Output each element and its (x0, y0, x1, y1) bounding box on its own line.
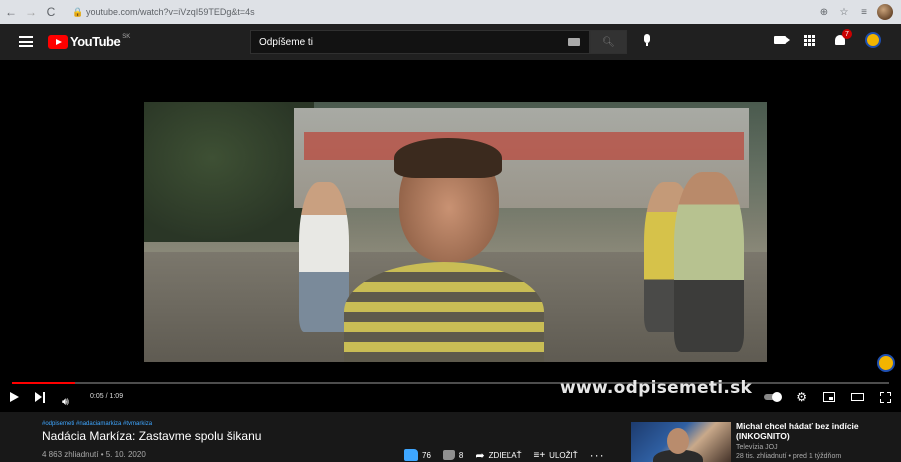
recommended-video-title[interactable]: Michal chcel hádať bez indície (INKOGNIT… (736, 421, 896, 441)
microphone-icon[interactable] (642, 34, 652, 48)
progress-bar[interactable] (12, 382, 889, 384)
browser-profile-avatar[interactable] (877, 4, 893, 20)
thumbs-down-icon (442, 450, 455, 460)
thumbs-up-icon (404, 449, 418, 461)
autoplay-toggle[interactable] (764, 392, 783, 402)
search-icon: 🔍︎ (602, 36, 615, 48)
playlist-add-icon: ≡+ (533, 449, 546, 461)
video-frame[interactable] (144, 102, 767, 362)
fullscreen-icon[interactable] (880, 391, 891, 403)
youtube-header: YouTube SK 🔍︎ 7 (0, 24, 901, 60)
create-video-icon[interactable] (774, 36, 790, 44)
search-bar: 🔍︎ (250, 30, 627, 54)
notifications-bell-icon[interactable]: 7 (833, 29, 852, 47)
video-subject (344, 138, 544, 362)
progress-fill (12, 382, 76, 384)
address-bar[interactable]: 🔒 youtube.com/watch?v=iVzqI59TEDg&t=4s (72, 3, 804, 21)
recommended-video-channel[interactable]: Televízia JOJ (736, 444, 778, 451)
channel-watermark-icon[interactable] (877, 354, 895, 372)
youtube-logo[interactable]: YouTube SK (48, 34, 130, 49)
video-title: Nadácia Markíza: Zastavme spolu šikanu (42, 429, 262, 443)
video-info: #odpisemeti #nadaciamarkiza #tvmarkiza N… (0, 412, 901, 462)
theater-mode-icon[interactable] (851, 393, 864, 401)
account-avatar[interactable] (865, 32, 881, 48)
search-input[interactable] (250, 30, 590, 54)
like-count: 76 (422, 450, 431, 460)
player-controls: 🔊︎ 0:05 / 1:09 ⚙ (0, 386, 901, 412)
share-button[interactable]: ➦ ZDIEĽAŤ (475, 449, 521, 462)
url-text: youtube.com/watch?v=iVzqI59TEDg&t=4s (86, 7, 255, 17)
bookmark-star-icon[interactable]: ☆ (837, 5, 851, 19)
dislike-count: 8 (458, 450, 464, 460)
volume-icon[interactable]: 🔊︎ (62, 392, 69, 412)
video-actions: 76 8 ➦ ZDIEĽAŤ ≡+ ULOŽIŤ ··· (404, 448, 605, 462)
forward-arrow-icon[interactable]: → (22, 3, 40, 21)
video-meta: 4 863 zhliadnutí • 5. 10. 2020 (42, 450, 146, 459)
browser-toolbar: ← → C 🔒 youtube.com/watch?v=iVzqI59TEDg&… (0, 0, 901, 24)
miniplayer-icon[interactable] (823, 392, 835, 402)
more-actions-icon[interactable]: ··· (590, 448, 605, 462)
settings-gear-icon[interactable]: ⚙ (796, 391, 807, 403)
like-button[interactable]: 76 (404, 449, 431, 461)
play-icon[interactable] (10, 392, 19, 402)
save-label: ULOŽIŤ (549, 450, 578, 460)
time-display: 0:05 / 1:09 (90, 393, 124, 400)
recommended-video-thumbnail[interactable] (631, 422, 731, 462)
dislike-button[interactable]: 8 (442, 450, 464, 460)
install-app-icon[interactable]: ⊕ (817, 5, 831, 19)
apps-grid-icon[interactable] (804, 34, 815, 46)
share-label: ZDIEĽAŤ (488, 450, 522, 460)
share-arrow-icon: ➦ (475, 449, 485, 462)
save-button[interactable]: ≡+ ULOŽIŤ (533, 450, 577, 461)
reload-icon[interactable]: C (42, 3, 60, 21)
youtube-play-logo-icon (48, 34, 68, 49)
logo-text: YouTube (70, 34, 121, 49)
search-button[interactable]: 🔍︎ (590, 30, 627, 54)
logo-region: SK (122, 33, 131, 40)
lock-icon: 🔒 (72, 6, 84, 17)
next-video-icon[interactable] (35, 392, 46, 403)
keyboard-icon[interactable] (568, 38, 580, 46)
video-hashtags[interactable]: #odpisemeti #nadaciamarkiza #tvmarkiza (42, 421, 152, 427)
notification-badge: 7 (842, 29, 852, 39)
reading-list-icon[interactable]: ≡ (857, 5, 871, 19)
back-arrow-icon[interactable]: ← (2, 3, 20, 21)
video-player[interactable]: www.odpisemeti.sk 🔊︎ 0:05 / 1:09 ⚙ (0, 60, 901, 412)
hamburger-menu-icon[interactable] (19, 36, 33, 47)
recommended-video-meta: 28 tis. zhliadnutí • pred 1 týždňom (736, 453, 842, 460)
